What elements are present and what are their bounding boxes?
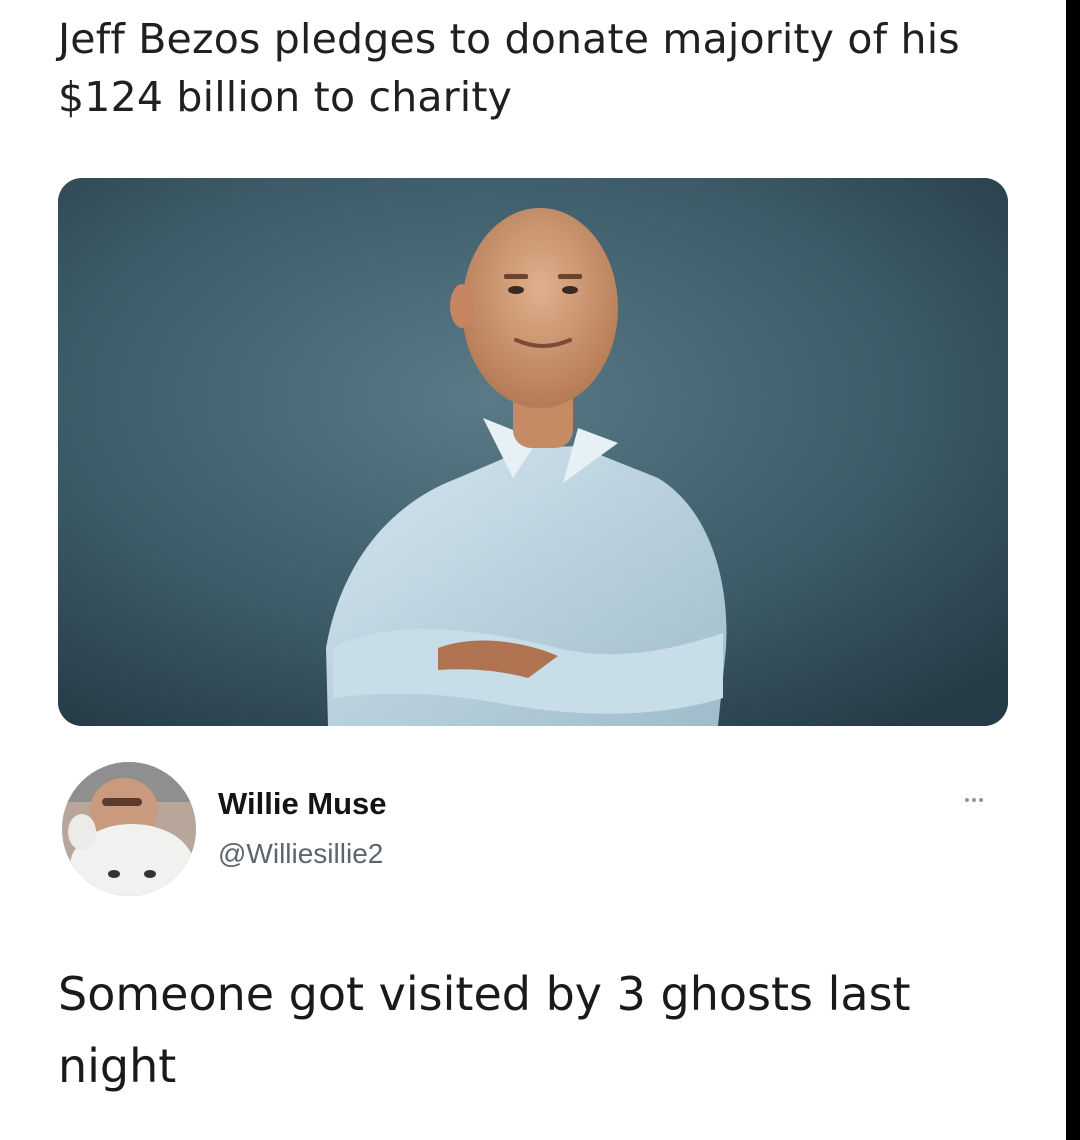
more-options-button[interactable] xyxy=(954,788,994,812)
ellipsis-icon xyxy=(972,798,976,802)
screenshot-card: Jeff Bezos pledges to donate majority of… xyxy=(0,0,1066,1140)
tweet-text: Someone got visited by 3 ghosts last nig… xyxy=(58,967,911,1093)
ellipsis-icon xyxy=(965,798,969,802)
avatar-photo-icon xyxy=(62,762,196,896)
portrait-photo-icon xyxy=(58,178,1008,726)
article-photo[interactable] xyxy=(58,178,1008,726)
ellipsis-icon xyxy=(979,798,983,802)
tweet-header: Willie Muse @Williesillie2 xyxy=(62,762,1022,902)
author-avatar[interactable] xyxy=(62,762,196,896)
author-handle[interactable]: @Williesillie2 xyxy=(218,838,383,870)
news-headline: Jeff Bezos pledges to donate majority of… xyxy=(58,15,960,121)
author-display-name[interactable]: Willie Muse xyxy=(218,786,387,822)
